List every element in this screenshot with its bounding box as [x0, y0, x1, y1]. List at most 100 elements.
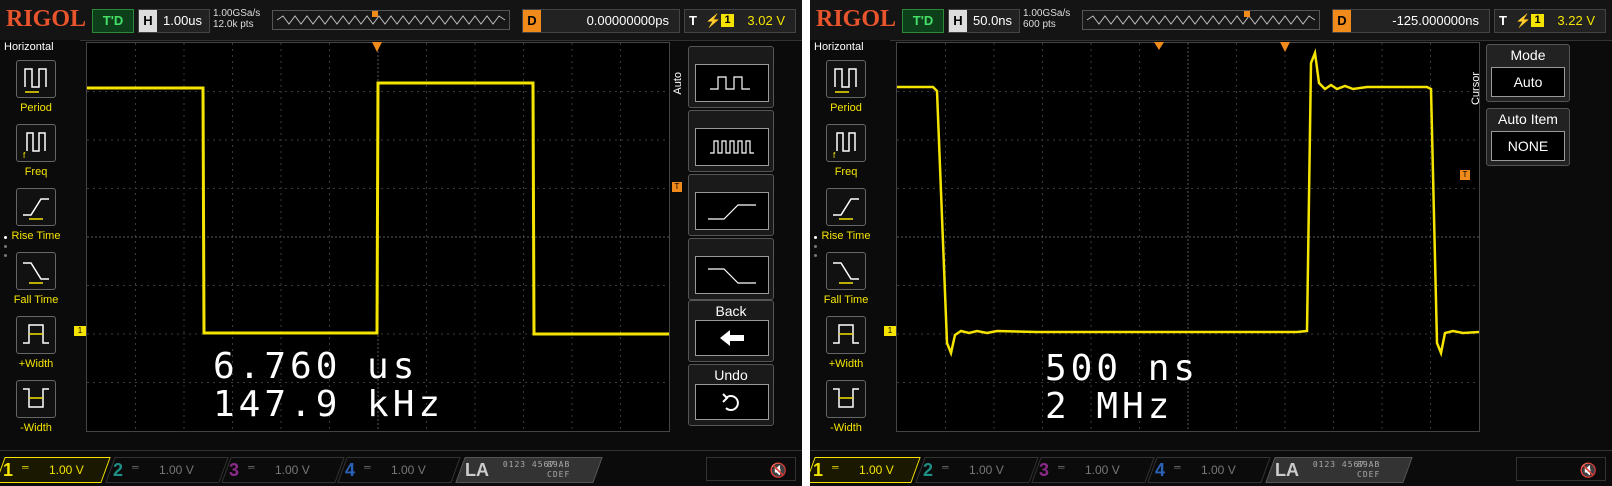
top-status-bar: RIGOL T'D H 1.00us 1.00GSa/s 12.0k pts D …: [0, 0, 802, 41]
timebase-box[interactable]: H 1.00us: [138, 9, 210, 33]
memory-position-bar[interactable]: [1082, 10, 1320, 30]
channel-scale: 1.00 V: [49, 463, 84, 477]
menu-title: Horizontal: [814, 41, 864, 53]
mode-value: Auto: [1491, 67, 1565, 97]
delay-key: D: [523, 10, 541, 32]
wave-falling-button[interactable]: [688, 238, 774, 300]
measure-label: +Width: [18, 358, 54, 370]
measure-pos-width-button[interactable]: +Width: [6, 314, 78, 376]
measure-rise-time-button[interactable]: Rise Time: [816, 186, 888, 248]
speaker-muted-icon[interactable]: 🔇: [706, 457, 796, 481]
channel-number: 3: [1039, 460, 1050, 480]
channel-status-bar: 1 ═ 1.00 V 2 ═ 1.00 V 3 ═ 1.00 V 4 ═ 1.00 V LA 0…: [0, 450, 802, 486]
rigol-logo: RIGOL: [816, 6, 897, 32]
trigger-box[interactable]: T ⚡ 1 3.02 V: [684, 9, 796, 33]
channel1-ground-marker[interactable]: 1: [74, 326, 86, 336]
memory-position-bar[interactable]: [272, 10, 510, 30]
neg-width-icon: [826, 380, 866, 418]
channel-number: 4: [345, 460, 356, 480]
measure-neg-width-button[interactable]: -Width: [816, 378, 888, 440]
measure-fall-time-button[interactable]: Fall Time: [816, 250, 888, 312]
menu-title: Horizontal: [4, 41, 54, 53]
delay-box[interactable]: D 0.00000000ps: [522, 9, 680, 33]
measure-label: +Width: [828, 358, 864, 370]
measure-fall-time-button[interactable]: Fall Time: [6, 250, 78, 312]
channel4-status[interactable]: 4 ═ 1.00 V: [1147, 457, 1271, 483]
trigger-key: T: [1499, 13, 1507, 28]
delay-value: -125.000000ns: [1392, 13, 1479, 28]
measure-freq-button[interactable]: f Freq: [816, 122, 888, 184]
speaker-muted-icon[interactable]: 🔇: [1516, 457, 1606, 481]
pos-width-icon: [16, 316, 56, 354]
rising-edge-wave-icon: [708, 204, 756, 220]
channel-scale: 1.00 V: [969, 463, 1004, 477]
measure-rise-time-button[interactable]: Rise Time: [6, 186, 78, 248]
measure-label: -Width: [20, 422, 52, 434]
channel-number: 2: [923, 460, 934, 480]
delay-box[interactable]: D -125.000000ns: [1332, 9, 1490, 33]
back-label: Back: [715, 303, 747, 319]
measure-period-button[interactable]: Period: [6, 58, 78, 120]
channel4-status[interactable]: 4 ═ 1.00 V: [337, 457, 461, 483]
measure-readout-period: 500 ns: [1045, 348, 1200, 389]
la-bits-high: 89AB CDEF: [1357, 460, 1381, 479]
channel1-ground-marker[interactable]: 1: [884, 326, 896, 336]
channel1-trace: [87, 81, 669, 336]
waveform-grid[interactable]: 500 ns 2 MHz: [896, 42, 1480, 432]
scope-screen-left: RIGOL T'D H 1.00us 1.00GSa/s 12.0k pts D …: [0, 0, 802, 486]
wave-rising-button[interactable]: [688, 174, 774, 236]
channel2-status[interactable]: 2 ═ 1.00 V: [105, 457, 229, 483]
trigger-channel: 1: [721, 14, 734, 27]
measure-period-button[interactable]: Period: [816, 58, 888, 120]
measure-neg-width-button[interactable]: -Width: [6, 378, 78, 440]
channel-scale: 1.00 V: [275, 463, 310, 477]
logic-analyzer-status[interactable]: LA 0123 4567 89AB CDEF: [455, 457, 603, 483]
trigger-key: T: [689, 13, 697, 28]
measure-menu: Horizontal Period f Freq Rise Time Fall …: [810, 40, 890, 450]
la-bits-high: 89AB CDEF: [547, 460, 571, 479]
channel2-status[interactable]: 2 ═ 1.00 V: [915, 457, 1039, 483]
logic-analyzer-status[interactable]: LA 0123 4567 89AB CDEF: [1265, 457, 1413, 483]
rise-time-icon: [826, 188, 866, 226]
delay-value: 0.00000000ps: [586, 13, 669, 28]
waveform-grid[interactable]: 6.760 us 147.9 kHz: [86, 42, 670, 432]
wave-square-slow-button[interactable]: [688, 46, 774, 108]
back-button[interactable]: Back: [688, 300, 774, 362]
dc-coupling-icon: ═: [832, 462, 839, 472]
measure-label: Fall Time: [13, 294, 59, 306]
trigger-box[interactable]: T ⚡ 1 3.22 V: [1494, 9, 1606, 33]
undo-button[interactable]: Undo: [688, 364, 774, 426]
cursor-mode-button[interactable]: Mode Auto: [1486, 44, 1570, 102]
dc-coupling-icon: ═: [1058, 462, 1065, 472]
channel1-status[interactable]: 1 ═ 1.00 V: [810, 457, 921, 483]
trigger-channel: 1: [1531, 14, 1544, 27]
trigger-level: 3.22 V: [1557, 13, 1595, 28]
measure-readout-frequency: 2 MHz: [1045, 386, 1174, 427]
channel3-status[interactable]: 3 ═ 1.00 V: [1031, 457, 1155, 483]
channel-number: 1: [813, 460, 824, 480]
measure-label: Freq: [24, 166, 48, 178]
wave-square-fast-button[interactable]: [688, 110, 774, 172]
dc-coupling-icon: ═: [364, 462, 371, 472]
run-status[interactable]: T'D: [902, 9, 944, 33]
sample-rate: 1.00GSa/s: [213, 8, 261, 19]
fall-time-icon: [826, 252, 866, 290]
channel-scale: 1.00 V: [1201, 463, 1236, 477]
scope-screen-right: RIGOL T'D H 50.0ns 1.00GSa/s 600 pts D -1…: [810, 0, 1612, 486]
mode-title: Mode: [1510, 47, 1546, 63]
measure-label: Rise Time: [11, 230, 61, 242]
cursor-auto-item-button[interactable]: Auto Item NONE: [1486, 108, 1570, 166]
undo-icon: [722, 393, 739, 411]
svg-text:f: f: [23, 151, 26, 160]
timebase-box[interactable]: H 50.0ns: [948, 9, 1020, 33]
channel3-status[interactable]: 3 ═ 1.00 V: [221, 457, 345, 483]
measure-pos-width-button[interactable]: +Width: [816, 314, 888, 376]
trigger-level-marker[interactable]: T: [1460, 170, 1470, 180]
auto-item-title: Auto Item: [1498, 111, 1558, 127]
channel1-status[interactable]: 1 ═ 1.00 V: [0, 457, 111, 483]
timebase-key: H: [949, 10, 967, 32]
measure-label: Fall Time: [823, 294, 869, 306]
measure-freq-button[interactable]: f Freq: [6, 122, 78, 184]
run-status[interactable]: T'D: [92, 9, 134, 33]
timebase-key: H: [139, 10, 157, 32]
